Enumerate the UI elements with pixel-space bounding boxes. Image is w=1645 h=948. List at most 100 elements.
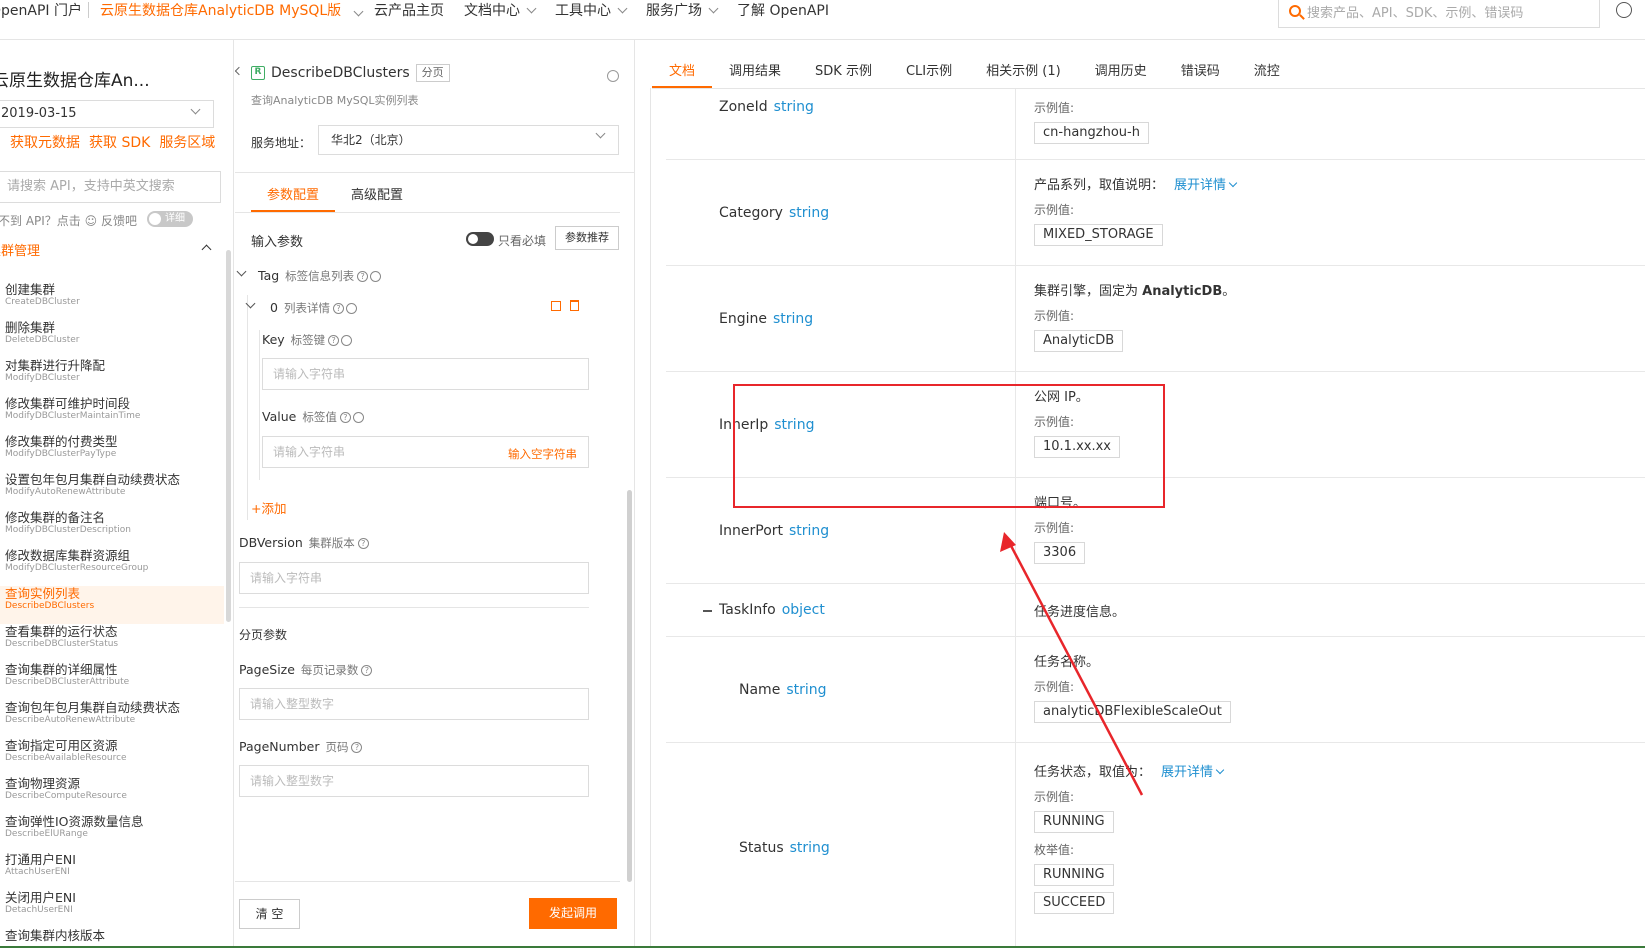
- group-cluster-management[interactable]: 集群管理: [0, 240, 224, 260]
- tag-expand-caret[interactable]: [236, 266, 247, 277]
- pagesize-input[interactable]: 请输入整型数字: [239, 688, 589, 720]
- tab-flow-control[interactable]: 流控: [1237, 56, 1297, 88]
- example-label: 示例值:: [1034, 790, 1075, 804]
- info-icon[interactable]: [370, 271, 382, 282]
- info-icon[interactable]: [345, 303, 357, 314]
- settings-icon[interactable]: [607, 70, 619, 82]
- table-row: Engine string 集群引擎，固定为 AnalyticDB。 示例值: A…: [666, 266, 1645, 372]
- sidebar-item[interactable]: 创建集群 CreateDBCluster: [0, 282, 224, 320]
- config-tabs: 参数配置 高级配置: [251, 180, 419, 212]
- sidebar-item[interactable]: 设置包年包月集群自动续费状态 ModifyAutoRenewAttribute: [0, 472, 224, 510]
- sidebar-item[interactable]: 查询集群的详细属性 DescribeDBClusterAttribute: [0, 662, 224, 700]
- input-params-heading: 输入参数: [251, 235, 304, 250]
- sidebar-item[interactable]: 查询弹性IO资源数量信息 DescribeElURange: [0, 814, 224, 852]
- global-search-input[interactable]: 搜索产品、API、SDK、示例、错误码: [1278, 0, 1600, 28]
- portal-brand[interactable]: OpenAPI 门户: [0, 0, 82, 20]
- empty-string-link[interactable]: 输入空字符串: [508, 446, 577, 462]
- info-icon[interactable]: [352, 412, 364, 423]
- item-cn: 查询实例列表: [5, 586, 81, 601]
- sidebar-item[interactable]: 查询指定可用区资源 DescribeAvailableResource: [0, 738, 224, 776]
- api-version-select[interactable]: 2019-03-15: [0, 100, 214, 128]
- param-desc: 标签键: [290, 333, 326, 347]
- nav-cloud-home[interactable]: 云产品主页: [374, 0, 444, 20]
- sidebar-scrollbar[interactable]: [226, 250, 231, 622]
- help-icon[interactable]: ?: [351, 742, 363, 753]
- tab-sdk-example[interactable]: SDK 示例: [798, 56, 889, 88]
- service-region-link[interactable]: 服务区域: [159, 132, 215, 152]
- tab-advanced-config[interactable]: 高级配置: [335, 180, 419, 212]
- feedback-link[interactable]: 找不到 API？点击 ☺ 反馈吧: [0, 212, 137, 229]
- help-icon[interactable]: ?: [339, 412, 351, 423]
- nav-service-square[interactable]: 服务广场: [646, 0, 719, 20]
- nav-about-openapi[interactable]: 了解 OpenAPI: [737, 0, 829, 20]
- param-recommend-button[interactable]: 参数推荐: [555, 226, 619, 250]
- help-icon[interactable]: ?: [332, 303, 344, 314]
- item-cn: 查看集群的运行状态: [5, 624, 118, 639]
- tab-related-examples[interactable]: 相关示例 (1): [969, 56, 1078, 88]
- tree-guide-line: [247, 295, 248, 520]
- tab-docs[interactable]: 文档: [652, 56, 713, 88]
- param-field: TaskInfo object: [719, 602, 825, 618]
- help-icon[interactable]: ?: [328, 335, 340, 346]
- sidebar-item[interactable]: 对集群进行升降配 ModifyDBCluster: [0, 358, 224, 396]
- help-icon[interactable]: ?: [361, 665, 373, 676]
- nav-tool-center[interactable]: 工具中心: [555, 0, 628, 20]
- sidebar-item[interactable]: 查看集群的运行状态 DescribeDBClusterStatus: [0, 624, 224, 662]
- clear-button[interactable]: 清 空: [239, 899, 300, 929]
- sidebar-item[interactable]: 删除集群 DeleteDBCluster: [0, 320, 224, 358]
- required-only-toggle[interactable]: [466, 232, 494, 246]
- sidebar-item[interactable]: 查询物理资源 DescribeComputeResource: [0, 776, 224, 814]
- sidebar-item[interactable]: 关闭用户ENI DetachUserENI: [0, 890, 224, 928]
- expand-details-link[interactable]: 展开详情: [1161, 765, 1223, 780]
- info-icon[interactable]: [341, 335, 353, 346]
- delete-icon[interactable]: [570, 300, 579, 311]
- param-name-cell: TaskInfo object: [666, 584, 1016, 636]
- pagenumber-input[interactable]: 请输入整型数字: [239, 765, 589, 797]
- detail-toggle[interactable]: 详细: [147, 211, 193, 227]
- param-description: 任务状态，取值为： 展开详情: [1034, 761, 1223, 780]
- tab-error-codes[interactable]: 错误码: [1164, 56, 1237, 88]
- item-cn: 修改集群的付费类型: [5, 434, 118, 449]
- param-description: 任务名称。: [1034, 655, 1100, 670]
- invoke-button[interactable]: 发起调用: [529, 898, 617, 929]
- nav-doc-center[interactable]: 文档中心: [464, 0, 537, 20]
- tab-call-history[interactable]: 调用历史: [1078, 56, 1164, 88]
- service-address-select[interactable]: 华北2（北京）: [318, 125, 619, 155]
- panel-scrollbar[interactable]: [627, 490, 632, 882]
- input-placeholder: 请输入字符串: [273, 367, 346, 381]
- example-value: 3306: [1034, 542, 1086, 564]
- param-desc: 集群版本: [308, 536, 355, 550]
- collapse-minus-icon[interactable]: [703, 610, 712, 612]
- tab-param-config[interactable]: 参数配置: [251, 180, 336, 212]
- sidebar-item[interactable]: 打通用户ENI AttachUserENI: [0, 852, 224, 890]
- example-value: AnalyticDB: [1034, 330, 1124, 352]
- get-sdk-link[interactable]: 获取 SDK: [89, 132, 150, 152]
- field-type: string: [789, 522, 830, 539]
- collapse-left-icon[interactable]: [235, 66, 244, 76]
- add-tag-link[interactable]: +添加: [251, 498, 286, 517]
- sidebar-item[interactable]: 查询集群内核版本: [0, 928, 224, 948]
- search-placeholder: 搜索产品、API、SDK、示例、错误码: [1307, 5, 1524, 21]
- product-selector[interactable]: 云原生数据仓库AnalyticDB MySQL版: [100, 0, 364, 20]
- sidebar-item[interactable]: 修改集群的付费类型 ModifyDBClusterPayType: [0, 434, 224, 472]
- language-globe-icon[interactable]: [1616, 2, 1632, 18]
- help-icon[interactable]: ?: [357, 538, 369, 549]
- table-row: Status string 任务状态，取值为： 展开详情 示例值: RUNNING …: [666, 743, 1645, 948]
- api-search-input[interactable]: 请搜索 API，支持中英文搜索: [0, 171, 221, 203]
- key-input[interactable]: 请输入字符串: [262, 358, 589, 390]
- help-icon[interactable]: ?: [357, 271, 369, 282]
- sidebar-item[interactable]: 修改集群可维护时间段 ModifyDBClusterMaintainTime: [0, 396, 224, 434]
- expand-details-link[interactable]: 展开详情: [1174, 178, 1236, 193]
- divider: [235, 881, 620, 882]
- sidebar-item[interactable]: 修改数据库集群资源组 ModifyDBClusterResourceGroup: [0, 548, 224, 586]
- dbversion-input[interactable]: 请输入字符串: [239, 562, 589, 594]
- tab-call-result[interactable]: 调用结果: [712, 56, 798, 88]
- tab-cli-example[interactable]: CLI示例: [889, 56, 969, 88]
- sidebar-item[interactable]: 查询包年包月集群自动续费状态 DescribeAutoRenewAttribute: [0, 700, 224, 738]
- field-type: string: [789, 840, 830, 856]
- get-metadata-link[interactable]: 获取元数据: [10, 132, 80, 152]
- copy-icon[interactable]: [551, 301, 561, 311]
- sidebar-item-active[interactable]: 查询实例列表 DescribeDBClusters: [0, 586, 224, 624]
- sidebar-item[interactable]: 修改集群的备注名 ModifyDBClusterDescription: [0, 510, 224, 548]
- version-value: 2019-03-15: [1, 106, 77, 121]
